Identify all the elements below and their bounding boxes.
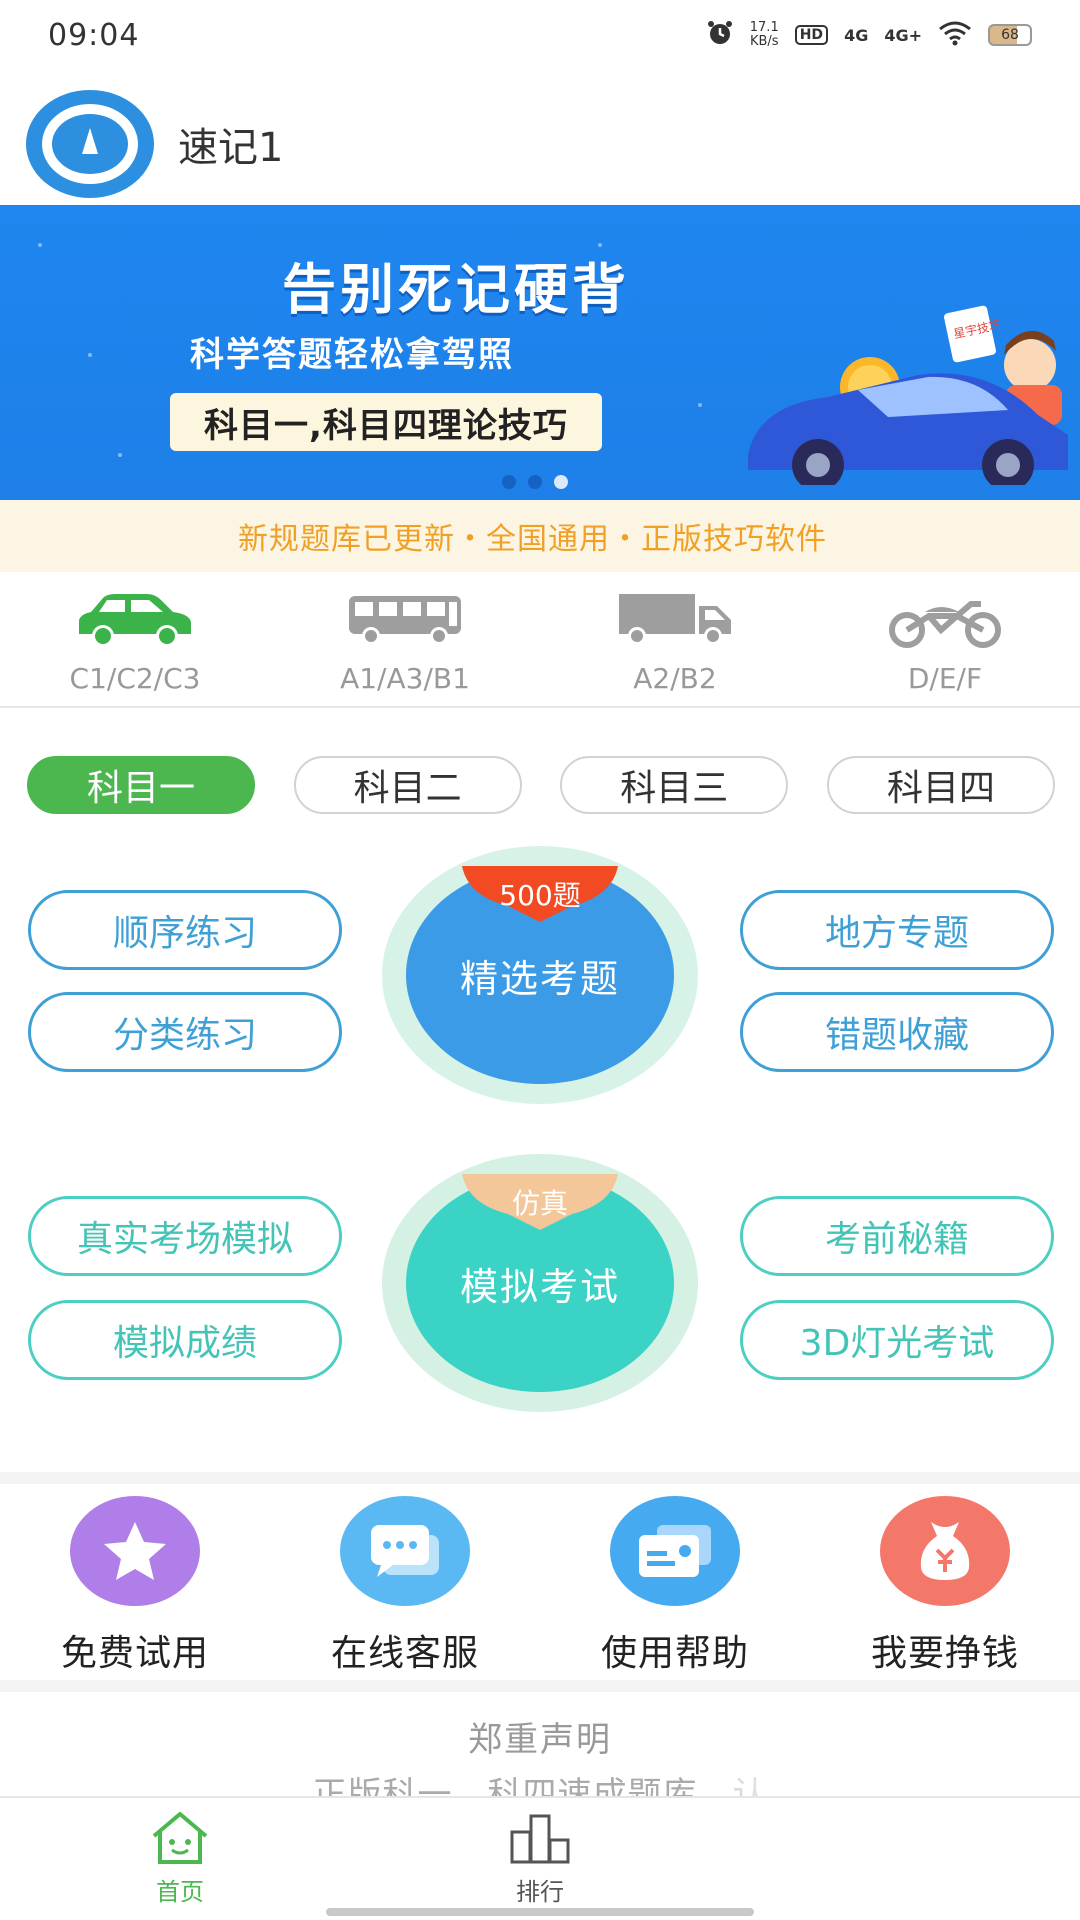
license-label: D/E/F [907, 662, 983, 695]
nav-ranking[interactable]: 排行 [360, 1798, 720, 1920]
quick-tools: 免费试用 在线客服 使用帮助 我要挣钱 [0, 1488, 1080, 1678]
pagination-dot[interactable] [502, 475, 516, 489]
tab-subject-3[interactable]: 科目三 [560, 756, 789, 814]
notice-bar: 新规题库已更新・全国通用・正版技巧软件 [0, 500, 1080, 572]
app-title: 速记1 [178, 125, 284, 171]
pagination-dot[interactable] [528, 475, 542, 489]
tool-label: 我要挣钱 [870, 1633, 1019, 1674]
nav-label: 首页 [156, 1878, 204, 1906]
home-icon [152, 1812, 208, 1864]
banner-subheadline: 科学答题轻松拿驾照 [190, 335, 514, 375]
ranking-icon [510, 1814, 570, 1864]
motorcycle-icon [889, 601, 1001, 648]
license-a2-b2[interactable]: A2/B2 [540, 580, 810, 706]
battery-level: 68 [988, 24, 1032, 46]
3d-lights-exam-button[interactable]: 3D灯光考试 [740, 1300, 1054, 1380]
steering-wheel-logo-icon[interactable] [26, 90, 154, 198]
nav-home[interactable]: 首页 [0, 1798, 360, 1920]
money-bag-icon [880, 1496, 1010, 1606]
license-d-e-f[interactable]: D/E/F [810, 580, 1080, 706]
subject-tabs: 科目一 科目二 科目三 科目四 [27, 756, 1055, 816]
app-header: 速记1 [0, 84, 1080, 204]
real-exam-simulation-button[interactable]: 真实考场模拟 [28, 1196, 342, 1276]
bottom-navigation: 首页 排行 [0, 1796, 1080, 1920]
license-label: A1/A3/B1 [340, 662, 470, 695]
earn-money-tool[interactable]: 我要挣钱 [810, 1488, 1080, 1678]
online-service-tool[interactable]: 在线客服 [270, 1488, 540, 1678]
license-label: C1/C2/C3 [69, 662, 201, 695]
notice-text: 新规题库已更新・全国通用・正版技巧软件 [238, 522, 827, 557]
tab-subject-2[interactable]: 科目二 [293, 756, 522, 814]
signal-4g-plus: 4G+ [884, 25, 922, 45]
tab-subject-1[interactable]: 科目一 [27, 756, 255, 814]
bus-icon [349, 596, 461, 645]
card-icon [610, 1496, 740, 1606]
free-trial-tool[interactable]: 免费试用 [0, 1488, 270, 1678]
mock-exam-button[interactable]: 模拟考试 仿真 [382, 1154, 698, 1412]
tool-label: 免费试用 [60, 1633, 209, 1674]
promo-banner[interactable]: 告别死记硬背 科学答题轻松拿驾照 科目一,科目四理论技巧 星宇技巧 [0, 205, 1080, 500]
license-c1-c2-c3[interactable]: C1/C2/C3 [0, 580, 270, 706]
license-type-selector: C1/C2/C3 A1/A3/B1 A2/B2 D/E/F [0, 580, 1080, 708]
tool-label: 在线客服 [330, 1633, 479, 1674]
section-divider [0, 1680, 1080, 1692]
declaration-title: 郑重声明 [468, 1720, 612, 1760]
network-speed: 17.1 KB/s [749, 20, 779, 49]
nav-label: 排行 [516, 1878, 564, 1906]
license-a1-a3-b1[interactable]: A1/A3/B1 [270, 580, 540, 706]
declaration-section: 郑重声明 正版科一、科四速成题库，认 [0, 1700, 1080, 1800]
truck-icon [619, 594, 731, 645]
exam-tips-button[interactable]: 考前秘籍 [740, 1196, 1054, 1276]
hd-badge: HD [794, 25, 829, 45]
banner-pagination [502, 475, 568, 489]
mock-scores-button[interactable]: 模拟成绩 [28, 1300, 342, 1380]
sequential-practice-button[interactable]: 顺序练习 [28, 890, 342, 970]
tab-subject-4[interactable]: 科目四 [826, 756, 1055, 814]
battery-icon: 68 [988, 24, 1032, 46]
banner-pill: 科目一,科目四理论技巧 [170, 393, 602, 451]
regional-topics-button[interactable]: 地方专题 [740, 890, 1054, 970]
star-icon [70, 1496, 200, 1606]
wifi-icon [938, 20, 972, 51]
car-icon [79, 594, 191, 647]
featured-questions-button[interactable]: 精选考题 500题 [382, 846, 698, 1104]
chat-icon [340, 1496, 470, 1606]
mistake-collection-button[interactable]: 错题收藏 [740, 992, 1054, 1072]
pagination-dot-active[interactable] [554, 475, 568, 489]
tool-label: 使用帮助 [600, 1633, 749, 1674]
banner-headline: 告别死记硬背 [282, 258, 630, 321]
status-indicators: 17.1 KB/s HD 4G 4G+ 68 [706, 19, 1032, 52]
status-bar: 09:04 17.1 KB/s HD 4G 4G+ 68 [0, 0, 1080, 70]
section-divider [0, 1472, 1080, 1484]
car-illustration-icon: 星宇技巧 [748, 305, 1068, 485]
simulation-badge: 仿真 [511, 1187, 568, 1220]
license-label: A2/B2 [633, 662, 717, 695]
status-time: 09:04 [48, 17, 140, 53]
alarm-icon [706, 19, 734, 52]
signal-4g: 4G [844, 25, 869, 45]
help-tool[interactable]: 使用帮助 [540, 1488, 810, 1678]
category-practice-button[interactable]: 分类练习 [28, 992, 342, 1072]
home-indicator[interactable] [326, 1908, 754, 1916]
question-count-badge: 500题 [499, 879, 581, 912]
